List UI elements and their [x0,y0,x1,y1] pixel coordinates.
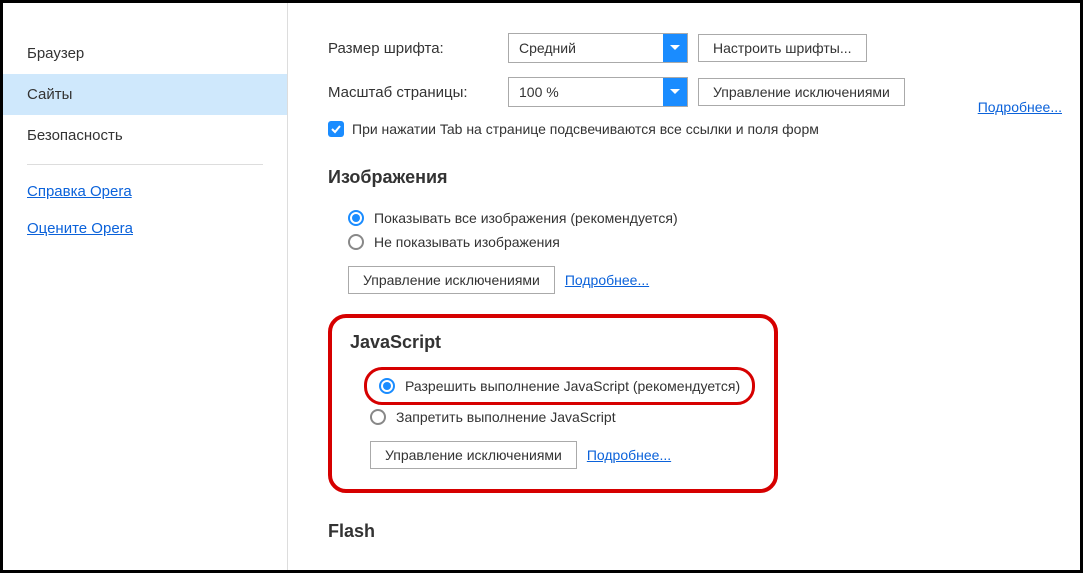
font-size-row: Размер шрифта: Средний Настроить шрифты.… [328,33,1060,63]
javascript-btn-row: Управление исключениями Подробнее... [370,441,756,469]
sidebar-link-rate[interactable]: Оцените Opera [3,210,287,247]
javascript-allow-row: Разрешить выполнение JavaScript (рекомен… [379,374,740,398]
images-more-link[interactable]: Подробнее... [565,272,649,288]
images-hide-label: Не показывать изображения [374,234,560,250]
chevron-down-icon [663,34,687,62]
chevron-down-icon [663,78,687,106]
javascript-section-highlight: JavaScript Разрешить выполнение JavaScri… [328,314,778,493]
images-show-row: Показывать все изображения (рекомендуетс… [328,206,1060,230]
sidebar-item-browser[interactable]: Браузер [3,33,287,74]
customize-fonts-button[interactable]: Настроить шрифты... [698,34,867,62]
sidebar-item-sites[interactable]: Сайты [3,74,287,115]
tab-highlight-label: При нажатии Tab на странице подсвечивают… [352,121,819,137]
sidebar-item-security[interactable]: Безопасность [3,115,287,156]
images-hide-row: Не показывать изображения [328,230,1060,254]
images-btn-row: Управление исключениями Подробнее... [348,266,1060,294]
page-zoom-value: 100 % [519,84,559,100]
page-zoom-row: Масштаб страницы: 100 % Управление исклю… [328,77,1060,107]
font-size-label: Размер шрифта: [328,40,508,57]
page-zoom-select[interactable]: 100 % [508,77,688,107]
main-content: Размер шрифта: Средний Настроить шрифты.… [288,3,1080,570]
javascript-allow-radio[interactable] [379,378,395,394]
javascript-more-link[interactable]: Подробнее... [587,447,671,463]
zoom-more-link[interactable]: Подробнее... [978,99,1062,115]
javascript-allow-label: Разрешить выполнение JavaScript (рекомен… [405,378,740,394]
flash-section-title: Flash [328,521,1060,542]
tab-highlight-row: При нажатии Tab на странице подсвечивают… [328,121,1060,137]
page-zoom-label: Масштаб страницы: [328,84,508,101]
font-size-value: Средний [519,40,576,56]
images-show-radio[interactable] [348,210,364,226]
zoom-exceptions-button[interactable]: Управление исключениями [698,78,905,106]
sidebar: Браузер Сайты Безопасность Справка Opera… [3,3,288,570]
javascript-allow-highlight: Разрешить выполнение JavaScript (рекомен… [364,367,755,405]
images-section-title: Изображения [328,167,1060,188]
javascript-block-radio[interactable] [370,409,386,425]
font-size-select[interactable]: Средний [508,33,688,63]
javascript-section-title: JavaScript [350,332,756,353]
javascript-exceptions-button[interactable]: Управление исключениями [370,441,577,469]
images-exceptions-button[interactable]: Управление исключениями [348,266,555,294]
images-show-label: Показывать все изображения (рекомендуетс… [374,210,678,226]
images-hide-radio[interactable] [348,234,364,250]
sidebar-link-help[interactable]: Справка Opera [3,173,287,210]
javascript-block-label: Запретить выполнение JavaScript [396,409,616,425]
tab-highlight-checkbox[interactable] [328,121,344,137]
sidebar-divider [27,164,263,165]
javascript-block-row: Запретить выполнение JavaScript [350,405,756,429]
